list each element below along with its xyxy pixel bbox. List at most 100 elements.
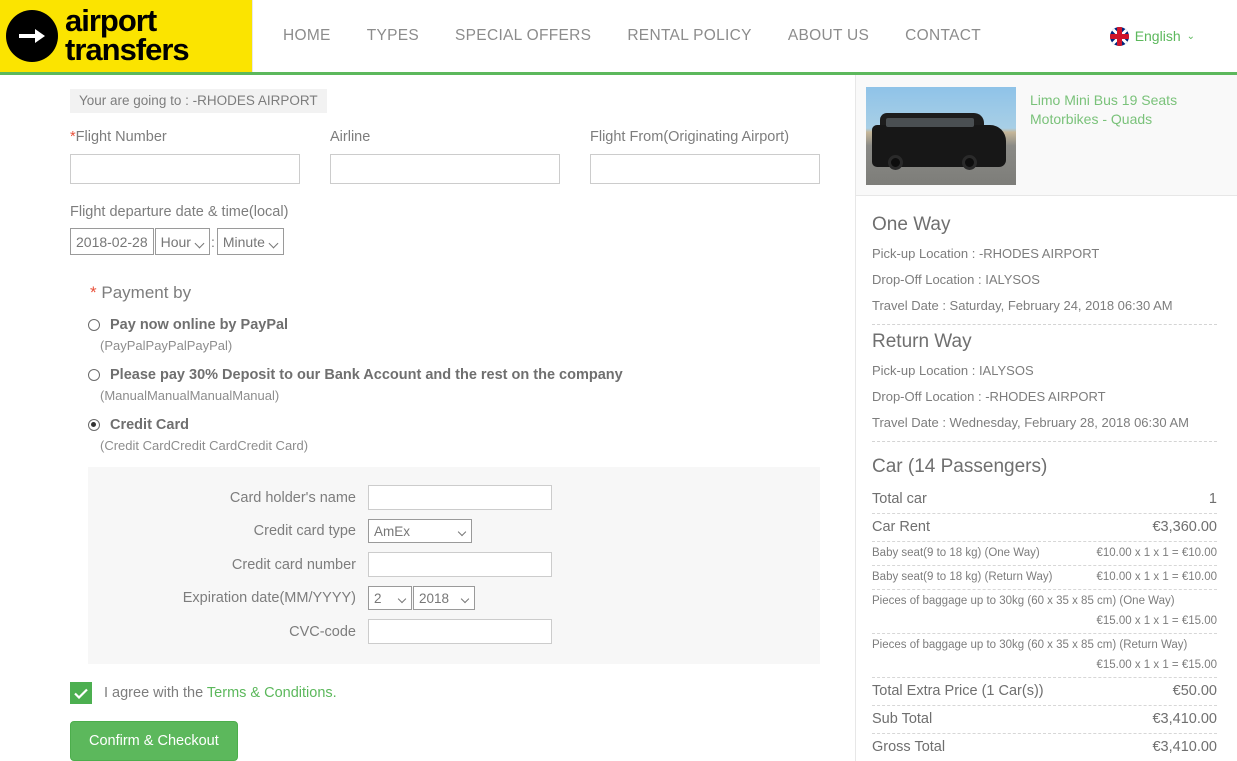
vehicle-title: Limo Mini Bus 19 Seats Motorbikes - Quad…	[1030, 87, 1177, 185]
payment-option-bank-deposit-label: Please pay 30% Deposit to our Bank Accou…	[110, 367, 623, 383]
arrow-right-icon	[6, 10, 58, 62]
return-way-heading: Return Way	[872, 331, 972, 352]
airline-field: Airline	[330, 129, 590, 184]
confirm-checkout-button[interactable]: Confirm & Checkout	[70, 721, 238, 761]
payment-option-paypal-sub: (PayPalPayPalPayPal)	[100, 338, 233, 353]
nav-item-types[interactable]: TYPES	[367, 27, 419, 45]
card-holder-label: Card holder's name	[229, 489, 356, 506]
price-row: Pieces of baggage up to 30kg (60 x 35 x …	[872, 634, 1217, 678]
price-row-label: Baby seat(9 to 18 kg) (One Way)	[872, 547, 1040, 559]
payment-option-credit-card[interactable]: Credit Card (Credit CardCredit CardCredi…	[88, 417, 855, 453]
vehicle-card: Limo Mini Bus 19 Seats Motorbikes - Quad…	[856, 75, 1237, 196]
terms-prefix: I agree with the	[104, 685, 207, 701]
summary-body: One Way Pick-up Location : -RHODES AIRPO…	[856, 196, 1237, 761]
flight-from-input[interactable]	[590, 154, 820, 184]
price-row-value: €3,410.00	[1152, 711, 1217, 727]
nav-item-about-us[interactable]: ABOUT US	[788, 27, 869, 45]
payment-option-credit-card-label: Credit Card	[110, 417, 189, 433]
card-expiry-month-select[interactable]: 2	[368, 586, 412, 610]
summary-divider	[872, 324, 1217, 325]
card-cvc-input[interactable]	[368, 619, 552, 644]
price-row-value: €10.00 x 1 x 1 = €10.00	[1096, 547, 1217, 559]
nav-item-home[interactable]: HOME	[283, 27, 331, 45]
payment-option-bank-deposit[interactable]: Please pay 30% Deposit to our Bank Accou…	[88, 367, 855, 403]
time-separator: :	[210, 233, 215, 250]
price-row: Baby seat(9 to 18 kg) (Return Way) €10.0…	[872, 566, 1217, 590]
card-type-row: Credit card type AmEx	[88, 519, 820, 543]
card-cvc-label: CVC-code	[289, 623, 356, 640]
price-row-value: €10.00 x 1 x 1 = €10.00	[1096, 571, 1217, 583]
price-row-value: €15.00 x 1 x 1 = €15.00	[1096, 615, 1217, 627]
departure-hour-select[interactable]: Hour	[154, 228, 210, 255]
price-row-label: Car Rent	[872, 519, 931, 535]
vehicle-title-line-2: Motorbikes - Quads	[1030, 110, 1153, 127]
price-row-label: Total car	[872, 491, 927, 507]
nav-item-special-offers[interactable]: SPECIAL OFFERS	[455, 27, 591, 45]
radio-paypal[interactable]	[88, 319, 100, 331]
payment-option-bank-deposit-sub: (ManualManualManualManual)	[100, 388, 280, 403]
price-row-value: 1	[1208, 491, 1217, 507]
card-expiry-row: Expiration date(MM/YYYY) 2 2018	[88, 586, 820, 610]
language-label: English	[1134, 28, 1181, 44]
booking-summary-sidebar: Limo Mini Bus 19 Seats Motorbikes - Quad…	[855, 75, 1237, 761]
terms-link[interactable]: Terms & Conditions.	[207, 685, 337, 701]
card-expiry-label: Expiration date(MM/YYYY)	[182, 590, 356, 606]
language-selector[interactable]: English ⌄	[1109, 26, 1195, 46]
main-navigation: HOME TYPES SPECIAL OFFERS RENTAL POLICY …	[252, 0, 1237, 72]
price-row: Pieces of baggage up to 30kg (60 x 35 x …	[872, 590, 1217, 634]
return-way-pickup: Pick-up Location : IALYSOS	[872, 363, 1034, 378]
return-way-travel-date: Travel Date : Wednesday, February 28, 20…	[872, 415, 1189, 430]
price-row-value: €3,360.00	[1152, 519, 1217, 535]
flight-from-label: Flight From(Originating Airport)	[590, 129, 790, 145]
one-way-heading: One Way	[872, 214, 951, 235]
card-holder-input[interactable]	[368, 485, 552, 510]
price-row: Total car 1	[872, 486, 1217, 514]
card-holder-row: Card holder's name	[88, 485, 820, 510]
price-row-label: Pieces of baggage up to 30kg (60 x 35 x …	[872, 639, 1188, 651]
departure-date-input[interactable]: 2018-02-28	[70, 228, 154, 255]
payment-option-paypal-label: Pay now online by PayPal	[110, 317, 289, 333]
flight-number-input[interactable]	[70, 154, 300, 184]
return-way-dropoff: Drop-Off Location : -RHODES AIRPORT	[872, 389, 1106, 404]
chevron-down-icon: ⌄	[1186, 30, 1195, 42]
price-row: Car Rent €3,360.00	[872, 514, 1217, 542]
logo-line-2: transfers	[65, 32, 190, 67]
airline-input[interactable]	[330, 154, 560, 184]
logo-wordmark: airport transfers	[65, 6, 190, 67]
payment-option-credit-card-sub: (Credit CardCredit CardCredit Card)	[100, 438, 309, 453]
price-row: Total Extra Price (1 Car(s)) €50.00	[872, 678, 1217, 706]
price-row: Sub Total €3,410.00	[872, 706, 1217, 734]
booking-form: Your are going to : -RHODES AIRPORT *Fli…	[0, 75, 855, 761]
terms-agreement-text: I agree with the Terms & Conditions.	[104, 685, 337, 701]
nav-item-rental-policy[interactable]: RENTAL POLICY	[627, 27, 752, 45]
price-row: Baby seat(9 to 18 kg) (One Way) €10.00 x…	[872, 542, 1217, 566]
card-number-input[interactable]	[368, 552, 552, 577]
one-way-dropoff: Drop-Off Location : IALYSOS	[872, 272, 1040, 287]
departure-datetime-row: 2018-02-28 Hour : Minute	[70, 228, 855, 255]
card-number-label: Credit card number	[231, 556, 356, 573]
nav-item-contact[interactable]: CONTACT	[905, 27, 981, 45]
card-type-select[interactable]: AmEx	[368, 519, 472, 543]
vehicle-title-line-1: Limo Mini Bus 19 Seats	[1030, 92, 1178, 108]
destination-banner: Your are going to : -RHODES AIRPORT	[70, 89, 327, 113]
required-asterisk: *	[90, 283, 97, 302]
departure-minute-select[interactable]: Minute	[216, 228, 284, 255]
pricing-heading: Car (14 Passengers)	[872, 456, 1048, 477]
radio-bank-deposit[interactable]	[88, 369, 100, 381]
payment-section-title: * Payment by	[90, 283, 192, 302]
minibus-photo	[866, 87, 1016, 185]
site-logo[interactable]: airport transfers	[0, 0, 252, 72]
uk-flag-icon	[1109, 26, 1129, 46]
one-way-travel-date: Travel Date : Saturday, February 24, 201…	[872, 298, 1173, 313]
terms-checkbox[interactable]	[70, 682, 92, 704]
price-row-value: €3,410.00	[1152, 739, 1217, 755]
flight-number-field: *Flight Number	[70, 129, 330, 184]
radio-credit-card[interactable]	[88, 419, 100, 431]
price-row-label: Total Extra Price (1 Car(s))	[872, 683, 1044, 699]
price-row-label: Sub Total	[872, 711, 933, 727]
card-expiry-year-select[interactable]: 2018	[413, 586, 475, 610]
terms-agreement-row: I agree with the Terms & Conditions.	[70, 682, 855, 704]
card-type-label: Credit card type	[253, 523, 356, 539]
payment-option-paypal[interactable]: Pay now online by PayPal (PayPalPayPalPa…	[88, 317, 855, 353]
price-row-label: Pieces of baggage up to 30kg (60 x 35 x …	[872, 595, 1175, 607]
